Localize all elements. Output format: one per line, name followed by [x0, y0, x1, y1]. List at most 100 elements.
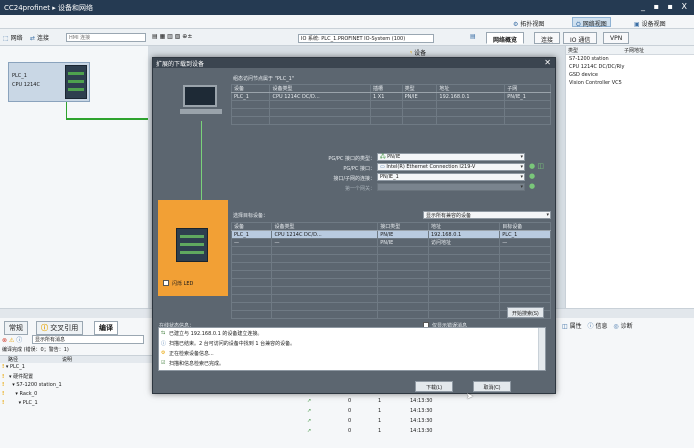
tab-info-label: 信息	[595, 323, 608, 330]
tree-row[interactable]: ! ▾ PLC_1	[0, 364, 152, 372]
pgpc-interface-select[interactable]: ▭ Intel(R) Ethernet Connection I219-V ▾	[377, 163, 525, 171]
plc-device-box[interactable]: PLC_1 CPU 1214C	[8, 62, 90, 102]
cell: CPU 1214C DC/D...	[271, 230, 379, 239]
info-panel-icon: ⓘ	[587, 323, 594, 330]
log-scrollbar[interactable]	[538, 328, 545, 370]
cell: 0	[348, 428, 352, 434]
window-controls[interactable]: _ ▪ ▪ X	[641, 2, 690, 11]
network-view-button[interactable]: ⛭ 网络视图	[572, 17, 611, 28]
table-row[interactable]: PLC_1 CPU 1214C DC/D... 1 X1 PN/IE 192.1…	[230, 92, 551, 101]
cell: 14:13:30	[410, 418, 433, 424]
col-header: 设备类型	[269, 84, 372, 93]
tab-connections[interactable]: 连接	[534, 32, 561, 44]
catalog-col-type: 类型	[568, 48, 579, 54]
tab-network-overview[interactable]: 网络概览	[486, 32, 525, 44]
log-entry: 正在检索设备信息...	[169, 351, 214, 357]
info-tabs: ◫ 属性 ⓘ 信息 ◎ 诊断	[562, 321, 633, 330]
cell: 192.168.0.1	[436, 92, 506, 101]
log-entry: 扫描已结束。2 台可访问的设备中找到 1 台兼容的设备。	[169, 341, 296, 347]
tab-info[interactable]: ⓘ 信息	[588, 323, 610, 330]
pc-icon	[180, 85, 222, 121]
message-columns: 路径 说明	[0, 355, 152, 363]
col-desc: 说明	[62, 357, 73, 363]
target-filter-select[interactable]: 显示所有兼容的设备 ▾	[423, 211, 551, 219]
catalog-row[interactable]: CPU 1214C DC/DC/Rly	[566, 63, 694, 71]
device-search-box[interactable]: ᵞ 设备	[410, 48, 426, 57]
target-filter-value: 显示所有兼容的设备	[426, 213, 472, 219]
connection-icon: ⇆	[161, 330, 166, 336]
topology-view-label: 拓扑视图	[520, 21, 545, 28]
table-row[interactable]: — — PN/IE 访问地址 —	[230, 238, 551, 247]
tree-label: 硬件配置	[13, 374, 34, 380]
col-header: 插槽	[370, 84, 403, 93]
show-messages-select[interactable]: 显示所有消息	[32, 335, 144, 344]
hmi-connection-select[interactable]: HMI 连接	[66, 33, 146, 42]
col-header: 地址	[427, 222, 501, 231]
tree-row[interactable]: ! ▾ PLC_1	[0, 400, 152, 408]
catalog-row[interactable]: Vision Controller VC5	[566, 79, 694, 87]
network-tool-icon: ⬚	[3, 35, 9, 42]
subnet-connection-select[interactable]: PN/IE_1 ▾	[377, 173, 525, 181]
network-button[interactable]: ⬚ 网络	[3, 33, 23, 42]
catalog-row[interactable]: GSD device	[566, 71, 694, 79]
pgpc-type-value: PN/IE	[387, 154, 401, 160]
warning-icon: !	[2, 382, 5, 388]
tab-compile[interactable]: 编译	[94, 321, 118, 335]
catalog-row[interactable]: S7-1200 station	[566, 55, 694, 63]
cell: PLC_1	[499, 230, 551, 239]
info-filter-icon: ⓘ	[16, 337, 23, 344]
pgpc-type-select[interactable]: 🖧 PN/IE ▾	[377, 153, 525, 161]
topology-view-button[interactable]: ⚙ 拓扑视图	[509, 17, 548, 28]
warning-icon: !	[2, 400, 5, 406]
network-view-label: 网络视图	[582, 21, 607, 28]
mouse-cursor-icon: ➤	[466, 392, 474, 402]
connect-button[interactable]: ⇄ 连接	[30, 33, 49, 42]
tree-row[interactable]: ! ▾ Rack_0	[0, 391, 152, 399]
tab-general[interactable]: 常规	[4, 321, 28, 335]
col-header: 地址	[436, 84, 506, 93]
cell: PLC_1	[230, 230, 273, 239]
properties-icon: ◫	[562, 323, 568, 330]
tab-io-communication[interactable]: IO 通信	[563, 32, 598, 44]
gateway-label: 第一个网关：	[344, 186, 375, 192]
connected-icon[interactable]: ● ◫	[529, 162, 544, 170]
tab-diagnostics-label: 诊断	[620, 323, 633, 330]
flash-led-label: 闪烁 LED	[172, 281, 194, 287]
tree-row[interactable]: ! ▾ S7-1200 station_1	[0, 382, 152, 390]
message-filter[interactable]: ⊗ ⚠ ⓘ 显示所有消息	[2, 335, 148, 344]
toolbar-icons[interactable]: ▤ ▦ ▥ ▧ ⊕±	[152, 33, 192, 40]
check-icon: ☑	[161, 360, 166, 366]
connect-button-label: 连接	[36, 35, 49, 42]
log-entry: 扫描和信息检索已完成。	[169, 361, 225, 367]
cell: 192.168.0.1	[427, 230, 501, 239]
warning-filter-icon: ⚠	[8, 337, 15, 344]
download-button[interactable]: 下载(L)	[415, 381, 453, 392]
cell: —	[271, 238, 379, 247]
cell: 1	[378, 418, 382, 424]
tree-label: Rack_0	[19, 391, 38, 397]
connection-line	[201, 121, 202, 207]
cell: 1	[378, 428, 382, 434]
tab-properties[interactable]: ◫ 属性	[562, 323, 584, 330]
tab-vpn[interactable]: VPN	[603, 32, 630, 44]
nic-icon: ▭	[380, 164, 385, 170]
overview-icon[interactable]: ▤	[470, 33, 476, 40]
warning-icon: !	[2, 364, 5, 370]
cell: CPU 1214C DC/D...	[269, 92, 372, 101]
flash-led-checkbox[interactable]	[163, 280, 169, 286]
start-search-button[interactable]: 开始搜索(S)	[507, 307, 544, 318]
tab-cross-references[interactable]: ⓘ 交叉引用	[36, 321, 84, 335]
cancel-button[interactable]: 取消(C)	[473, 381, 511, 392]
network-button-label: 网络	[10, 35, 23, 42]
table-row-selected[interactable]: PLC_1 CPU 1214C DC/D... PN/IE 192.168.0.…	[230, 230, 551, 239]
col-path: 路径	[8, 357, 19, 363]
close-icon[interactable]: ✕	[544, 58, 551, 67]
compile-status: 编译完成 (错误：0；警告：1)	[2, 347, 69, 353]
device-view-button[interactable]: ▣ 设备视图	[630, 17, 670, 28]
cell: 14:13:30	[410, 398, 433, 404]
tree-row[interactable]: ! ▾ 硬件配置	[0, 373, 152, 381]
subnet-connection-label: 接口/子网的连接：	[333, 176, 375, 182]
target-label: 选择目标设备：	[233, 213, 269, 219]
network-icon: ⛭	[576, 21, 581, 28]
tab-diagnostics[interactable]: ◎ 诊断	[613, 323, 632, 330]
